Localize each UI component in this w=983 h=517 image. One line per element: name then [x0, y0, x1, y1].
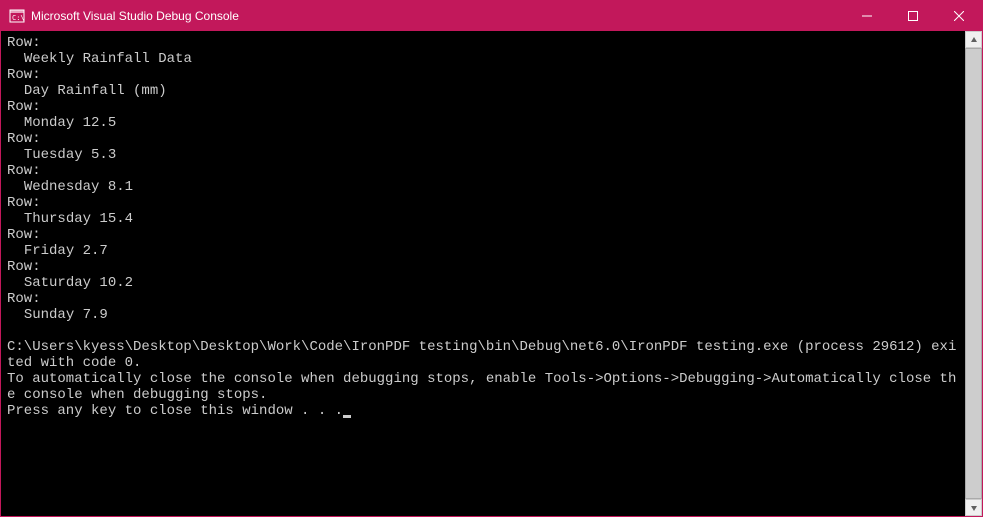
- cursor-icon: [343, 415, 351, 418]
- scroll-down-button[interactable]: [965, 499, 982, 516]
- window-controls: [844, 1, 982, 31]
- press-key-line: Press any key to close this window . . .: [7, 403, 343, 419]
- titlebar[interactable]: C:\ Microsoft Visual Studio Debug Consol…: [1, 1, 982, 31]
- console-rows: Row: Weekly Rainfall Data Row: Day Rainf…: [7, 35, 192, 323]
- exit-line: C:\Users\kyess\Desktop\Desktop\Work\Code…: [7, 339, 956, 371]
- maximize-button[interactable]: [890, 1, 936, 31]
- debug-console-window: C:\ Microsoft Visual Studio Debug Consol…: [0, 0, 983, 517]
- console-output[interactable]: Row: Weekly Rainfall Data Row: Day Rainf…: [1, 31, 965, 516]
- scroll-thumb[interactable]: [965, 48, 982, 499]
- scroll-up-button[interactable]: [965, 31, 982, 48]
- console-area: Row: Weekly Rainfall Data Row: Day Rainf…: [1, 31, 982, 516]
- window-title: Microsoft Visual Studio Debug Console: [31, 9, 239, 23]
- app-icon: C:\: [9, 8, 25, 24]
- svg-text:C:\: C:\: [12, 14, 25, 22]
- vertical-scrollbar[interactable]: [965, 31, 982, 516]
- minimize-button[interactable]: [844, 1, 890, 31]
- close-button[interactable]: [936, 1, 982, 31]
- scroll-track[interactable]: [965, 48, 982, 499]
- auto-close-line: To automatically close the console when …: [7, 371, 956, 403]
